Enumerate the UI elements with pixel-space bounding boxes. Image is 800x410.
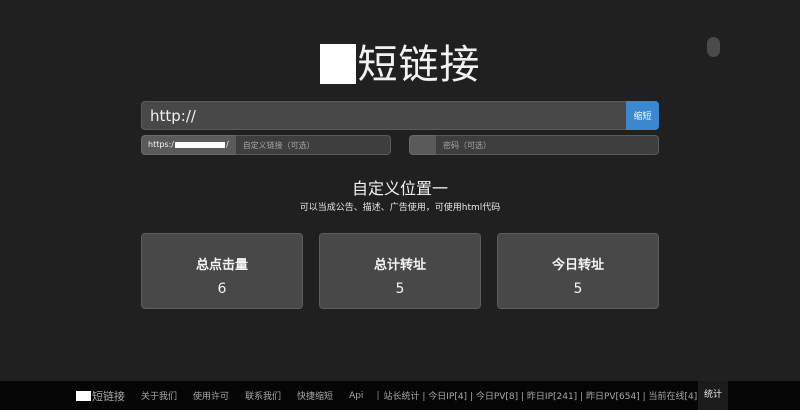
stat-card-today-redirects: 今日转址 5 <box>497 233 659 309</box>
footer-site-stats-link[interactable]: 站长统计 | 今日IP[4] | 今日PV[8] | 昨日IP[241] | 昨… <box>383 389 697 402</box>
page-title-text: 短链接 <box>357 42 481 88</box>
footer-link-api[interactable]: Api <box>349 391 363 401</box>
domain-prefix-end: / <box>225 140 229 149</box>
footer-logo-redaction <box>76 390 91 401</box>
stat-value: 5 <box>573 281 583 297</box>
footer: 短链接 关于我们 使用许可 联系我们 快捷缩短 Api | 站长统计 | 今日I… <box>0 381 800 410</box>
footer-brand-link[interactable]: 短链接 <box>76 388 125 404</box>
stat-label: 总点击量 <box>195 258 248 273</box>
stat-card-total-redirects: 总计转址 5 <box>319 233 481 309</box>
stat-label: 今日转址 <box>551 258 604 273</box>
main-page: 短链接 缩短 https:/ / 自定义位置一 可以当成公告、描述、广告使用，可使… <box>0 0 800 380</box>
stat-label: 总计转址 <box>373 258 426 273</box>
scroll-indicator[interactable] <box>707 37 720 57</box>
stats-button[interactable]: 统计 <box>698 381 728 410</box>
footer-link-about[interactable]: 关于我们 <box>141 389 177 402</box>
page-title: 短链接 <box>0 32 800 90</box>
stat-value: 6 <box>217 281 227 297</box>
password-input[interactable] <box>435 135 659 155</box>
custom-section-subtitle: 可以当成公告、描述、广告使用，可使用html代码 <box>299 203 501 213</box>
footer-brand-text: 短链接 <box>92 389 125 403</box>
url-input-group: 缩短 <box>141 101 659 130</box>
password-group <box>409 135 659 155</box>
footer-link-quick-shorten[interactable]: 快捷缩短 <box>297 389 333 402</box>
domain-prefix-start: https:/ <box>148 140 174 149</box>
custom-link-group: https:/ / <box>141 135 391 155</box>
password-addon <box>409 135 435 155</box>
long-url-input[interactable] <box>141 101 626 130</box>
stat-card-total-clicks: 总点击量 6 <box>141 233 303 309</box>
footer-separator: | <box>376 390 380 401</box>
domain-prefix: https:/ / <box>141 135 235 155</box>
logo-redaction <box>319 44 356 84</box>
custom-link-input[interactable] <box>234 135 391 155</box>
domain-redaction <box>174 142 225 148</box>
shorten-button[interactable]: 缩短 <box>626 101 659 130</box>
custom-section-title: 自定义位置一 <box>351 179 448 198</box>
footer-link-contact[interactable]: 联系我们 <box>245 389 281 402</box>
footer-link-license[interactable]: 使用许可 <box>193 389 229 402</box>
stat-value: 5 <box>395 281 405 297</box>
